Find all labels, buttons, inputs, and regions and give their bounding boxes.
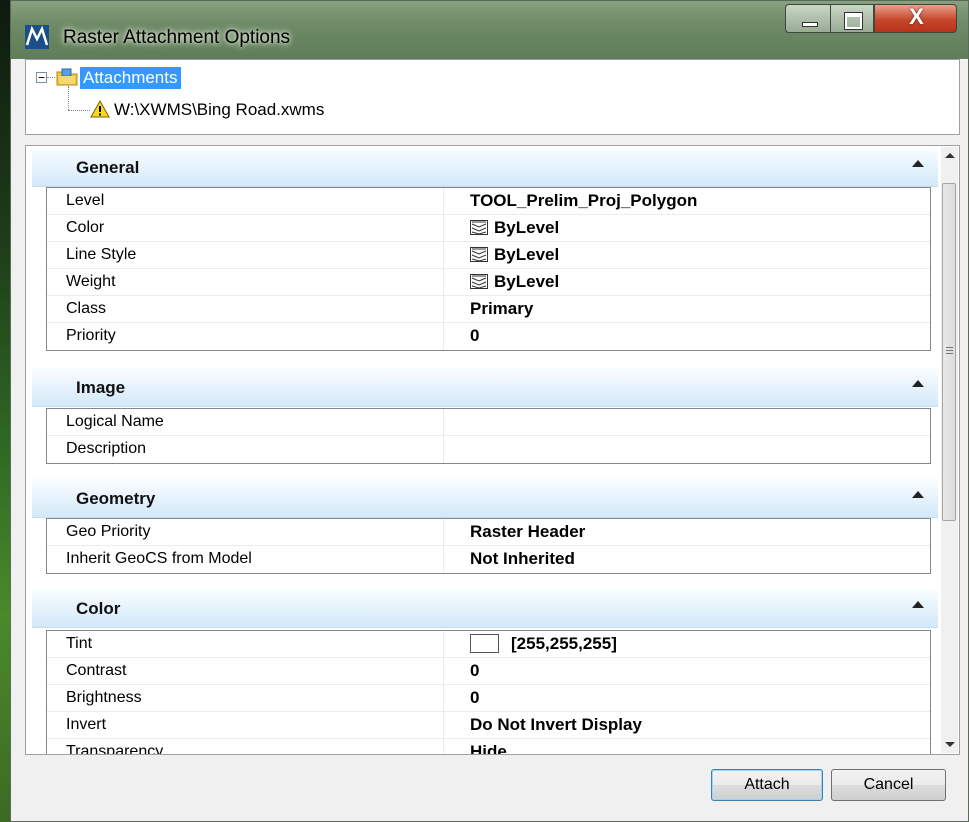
property-value: ByLevel xyxy=(470,218,559,238)
property-label: Transparency xyxy=(66,743,164,755)
geometry-properties-grid: Geo Priority Raster Header Inherit GeoCS … xyxy=(46,518,931,574)
property-row-weight[interactable]: Weight ByLevel xyxy=(47,269,930,296)
grip-line xyxy=(946,353,953,354)
scrollbar-thumb[interactable] xyxy=(942,183,956,521)
property-label: Level xyxy=(66,192,105,209)
title-bar[interactable]: Raster Attachment Options X xyxy=(11,1,968,59)
property-row-color[interactable]: Color ByLevel xyxy=(47,215,930,242)
section-header-image[interactable]: Image xyxy=(32,368,938,407)
property-value: 0 xyxy=(470,688,480,707)
tree-root-attachments[interactable]: Attachments xyxy=(80,67,181,89)
grip-line xyxy=(946,350,953,351)
attachments-folder-icon xyxy=(56,68,78,86)
property-row-transparency[interactable]: Transparency Hide xyxy=(47,739,930,755)
maximize-button[interactable] xyxy=(830,4,874,33)
property-row-tint[interactable]: Tint [255,255,255] xyxy=(47,631,930,658)
property-row-invert[interactable]: Invert Do Not Invert Display xyxy=(47,712,930,739)
property-label: Color xyxy=(66,219,105,236)
section-title: Image xyxy=(76,378,126,397)
property-value: TOOL_Prelim_Proj_Polygon xyxy=(470,191,698,210)
collapse-icon[interactable] xyxy=(912,380,924,387)
close-icon: X xyxy=(909,4,924,29)
properties-panel[interactable]: General Level TOOL_Prelim_Proj_Polygon Co… xyxy=(25,145,960,755)
property-value: Primary xyxy=(470,299,534,318)
arrow-up-icon xyxy=(945,153,955,158)
collapse-icon[interactable] xyxy=(912,491,924,498)
arrow-down-icon xyxy=(945,742,955,747)
section-header-general[interactable]: General xyxy=(32,148,938,187)
property-label: Tint xyxy=(66,635,93,652)
bylevel-swatch-icon xyxy=(470,274,488,289)
property-label: Inherit GeoCS from Model xyxy=(66,550,252,567)
property-label: Priority xyxy=(66,327,116,344)
grip-line xyxy=(946,347,953,348)
image-properties-grid: Logical Name Description xyxy=(46,408,931,464)
property-value: 0 xyxy=(470,326,480,345)
section-title: Geometry xyxy=(76,489,156,508)
section-title: Color xyxy=(76,599,121,618)
close-button[interactable]: X xyxy=(874,4,957,33)
window-title: Raster Attachment Options xyxy=(63,27,291,48)
property-label: Logical Name xyxy=(66,413,164,430)
property-row-logical-name[interactable]: Logical Name xyxy=(47,409,930,436)
property-row-brightness[interactable]: Brightness 0 xyxy=(47,685,930,712)
property-label: Line Style xyxy=(66,246,137,263)
color-properties-grid: Tint [255,255,255] Contrast 0 Brightness 0 … xyxy=(46,630,931,755)
scroll-down-button[interactable] xyxy=(941,736,958,753)
property-value-text: ByLevel xyxy=(494,245,560,264)
property-label: Description xyxy=(66,440,147,457)
section-header-color[interactable]: Color xyxy=(32,589,938,628)
tint-color-swatch[interactable] xyxy=(470,634,499,653)
section-header-geometry[interactable]: Geometry xyxy=(32,479,938,518)
warning-icon xyxy=(90,100,110,118)
property-row-description[interactable]: Description xyxy=(47,436,930,463)
property-value: Not Inherited xyxy=(470,549,575,568)
vertical-scrollbar[interactable] xyxy=(941,147,958,753)
tree-connector xyxy=(68,110,90,111)
dialog-window: Raster Attachment Options X − Attachment… xyxy=(10,0,969,822)
property-label: Geo Priority xyxy=(66,523,151,540)
property-label: Weight xyxy=(66,273,116,290)
property-row-level[interactable]: Level TOOL_Prelim_Proj_Polygon xyxy=(47,188,930,215)
section-title: General xyxy=(76,158,140,177)
property-row-inherit-geocs[interactable]: Inherit GeoCS from Model Not Inherited xyxy=(47,546,930,573)
property-label: Invert xyxy=(66,716,107,733)
attach-button[interactable]: Attach xyxy=(711,769,823,801)
property-value-text: [255,255,255] xyxy=(511,634,617,653)
property-row-priority[interactable]: Priority 0 xyxy=(47,323,930,350)
microstation-app-icon xyxy=(25,25,49,49)
tree-connector xyxy=(47,77,55,78)
property-row-line-style[interactable]: Line Style ByLevel xyxy=(47,242,930,269)
collapse-icon[interactable] xyxy=(912,601,924,608)
scroll-up-button[interactable] xyxy=(941,147,958,164)
general-properties-grid: Level TOOL_Prelim_Proj_Polygon Color ByLev… xyxy=(46,187,931,351)
property-label: Contrast xyxy=(66,662,127,679)
property-value-text: ByLevel xyxy=(494,272,560,291)
property-value: ByLevel xyxy=(470,272,559,292)
bylevel-swatch-icon xyxy=(470,220,488,235)
property-row-class[interactable]: Class Primary xyxy=(47,296,930,323)
bylevel-swatch-icon xyxy=(470,247,488,262)
collapse-tree-icon[interactable]: − xyxy=(36,72,47,83)
minimize-icon xyxy=(802,22,818,27)
property-label: Class xyxy=(66,300,107,317)
property-row-geo-priority[interactable]: Geo Priority Raster Header xyxy=(47,519,930,546)
property-value: ByLevel xyxy=(470,245,559,265)
maximize-icon xyxy=(844,12,863,30)
property-row-contrast[interactable]: Contrast 0 xyxy=(47,658,930,685)
property-value: Raster Header xyxy=(470,522,586,541)
tree-item-attachment-file[interactable]: W:\XWMS\Bing Road.xwms xyxy=(114,100,324,120)
property-value: Hide xyxy=(470,742,507,755)
property-value: Do Not Invert Display xyxy=(470,715,642,734)
attachments-tree[interactable]: − Attachments W:\XWMS\Bing Road.xwms xyxy=(25,59,960,135)
property-label: Brightness xyxy=(66,689,142,706)
property-value: [255,255,255] xyxy=(470,634,617,654)
minimize-button[interactable] xyxy=(785,4,830,33)
cancel-button[interactable]: Cancel xyxy=(831,769,946,801)
collapse-icon[interactable] xyxy=(912,160,924,167)
property-value: 0 xyxy=(470,661,480,680)
tree-connector xyxy=(68,86,69,110)
property-value-text: ByLevel xyxy=(494,218,560,237)
